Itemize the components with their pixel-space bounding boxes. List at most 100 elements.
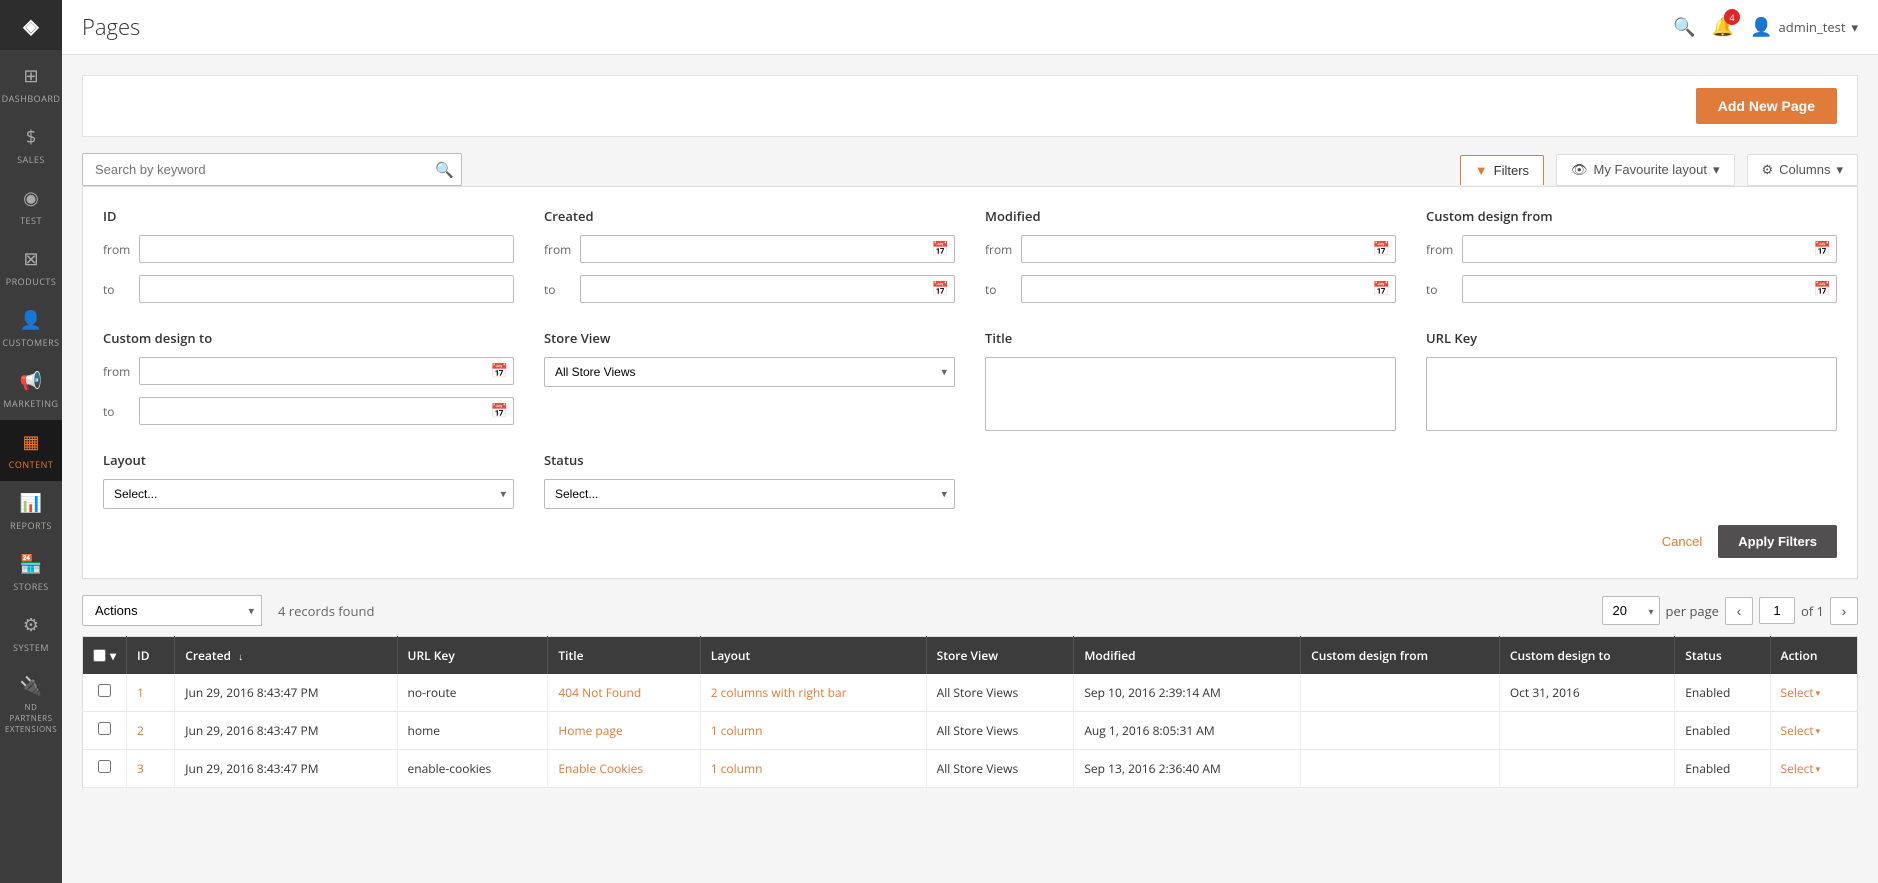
sidebar-item-stores[interactable]: 🏪 STORES: [0, 542, 62, 603]
row-title-link[interactable]: Home page: [558, 722, 622, 739]
status-select[interactable]: Select... Enabled Disabled: [544, 479, 955, 509]
sidebar-item-customers[interactable]: 👤 CUSTOMERS: [0, 298, 62, 359]
filter-id-from-row: from: [103, 235, 514, 263]
row-layout-link[interactable]: 1 column: [711, 760, 763, 777]
search-submit-button[interactable]: 🔍: [435, 161, 454, 179]
user-menu[interactable]: 👤 admin_test ▾: [1750, 15, 1858, 39]
layout-select[interactable]: Select... 1 column 2 columns with right …: [103, 479, 514, 509]
apply-filters-button[interactable]: Apply Filters: [1718, 525, 1837, 558]
per-page-select-wrapper: 20 30 50 100 200 ▾: [1602, 596, 1660, 625]
row-title-link[interactable]: 404 Not Found: [558, 684, 641, 701]
next-page-button[interactable]: ›: [1830, 597, 1858, 625]
layout-label: My Favourite layout: [1594, 162, 1707, 177]
filter-created: Created from 📅 to 📅: [544, 207, 955, 309]
row-select-caret[interactable]: ▾: [1816, 686, 1821, 699]
sidebar-item-marketing[interactable]: 📢 MARKETING: [0, 359, 62, 420]
row-layout-link[interactable]: 2 columns with right bar: [711, 684, 847, 701]
row-created: Jun 29, 2016 8:43:47 PM: [175, 674, 397, 712]
gear-icon: ⚙: [1762, 162, 1774, 178]
th-id: ID: [127, 637, 175, 675]
columns-button[interactable]: ⚙ Columns ▾: [1747, 154, 1858, 186]
row-title: 404 Not Found: [548, 674, 700, 712]
content-area: Add New Page 🔍 ▼ Filters 👁 My Favourite …: [62, 55, 1878, 883]
actions-select[interactable]: Actions Delete Disable Enable: [82, 595, 262, 626]
row-select-link[interactable]: Select: [1781, 722, 1814, 739]
sidebar-item-content[interactable]: ▦ CONTENT: [0, 420, 62, 481]
reports-icon: 📊: [20, 491, 42, 515]
select-all-checkbox[interactable]: [93, 649, 106, 662]
sidebar-item-products[interactable]: ⊠ PRODUCTS: [0, 237, 62, 298]
sort-down-icon: ↓: [238, 649, 243, 663]
columns-dropdown-icon: ▾: [1836, 162, 1843, 178]
filter-created-label: Created: [544, 207, 955, 225]
store-view-select[interactable]: All Store Views Default Store View: [544, 357, 955, 387]
filter-store-view-label: Store View: [544, 329, 955, 347]
cancel-filters-button[interactable]: Cancel: [1662, 534, 1702, 549]
th-created[interactable]: Created ↓: [175, 637, 397, 675]
per-page-select[interactable]: 20 30 50 100 200: [1602, 596, 1660, 625]
row-checkbox[interactable]: [98, 722, 111, 735]
search-input[interactable]: [82, 153, 462, 186]
filter-store-view: Store View All Store Views Default Store…: [544, 329, 955, 431]
row-custom-design-from: [1301, 750, 1500, 788]
row-select-link[interactable]: Select: [1781, 684, 1814, 701]
created-to-input[interactable]: [580, 275, 955, 303]
marketing-icon: 📢: [20, 369, 42, 393]
cdf-from-input[interactable]: [1462, 235, 1837, 263]
sidebar-item-nd-partners[interactable]: 🔌 ND PARTNERSEXTENSIONS: [0, 664, 62, 745]
sidebar-item-sales[interactable]: $ SALES: [0, 115, 62, 176]
sidebar-item-label: STORES: [13, 580, 48, 593]
row-title-link[interactable]: Enable Cookies: [558, 760, 643, 777]
filter-custom-design-to-label: Custom design to: [103, 329, 514, 347]
row-checkbox[interactable]: [98, 684, 111, 697]
row-url-key: enable-cookies: [397, 750, 548, 788]
search-icon[interactable]: 🔍: [1673, 15, 1695, 39]
sidebar-item-label: DASHBOARD: [2, 92, 61, 105]
data-table: ▾ ID Created ↓ URL Key Title: [82, 636, 1858, 788]
dashboard-icon: ⊞: [23, 64, 38, 88]
filter-grid: ID from to Created from: [103, 207, 1837, 509]
user-dropdown-icon: ▾: [1851, 18, 1858, 36]
page-number-input[interactable]: [1759, 597, 1795, 624]
filter-id: ID from to: [103, 207, 514, 309]
system-icon: ⚙: [23, 613, 39, 637]
sidebar-item-dashboard[interactable]: ⊞ DASHBOARD: [0, 54, 62, 115]
row-id-link[interactable]: 1: [137, 684, 144, 701]
row-id-link[interactable]: 3: [137, 760, 144, 777]
row-select-caret[interactable]: ▾: [1816, 762, 1821, 775]
layout-button[interactable]: 👁 My Favourite layout ▾: [1556, 154, 1734, 186]
filter-custom-design-from: Custom design from from 📅 to 📅: [1426, 207, 1837, 309]
cdt-from-input[interactable]: [139, 357, 514, 385]
url-key-input[interactable]: [1426, 357, 1837, 431]
modified-to-input[interactable]: [1021, 275, 1396, 303]
title-input[interactable]: [985, 357, 1396, 431]
prev-page-button[interactable]: ‹: [1725, 597, 1753, 625]
row-select-caret[interactable]: ▾: [1816, 724, 1821, 737]
created-from-input[interactable]: [580, 235, 955, 263]
sidebar-item-reports[interactable]: 📊 REPORTS: [0, 481, 62, 542]
id-to-input[interactable]: [139, 275, 514, 303]
modified-from-input[interactable]: [1021, 235, 1396, 263]
row-layout-link[interactable]: 1 column: [711, 722, 763, 739]
id-from-input[interactable]: [139, 235, 514, 263]
sidebar-item-system[interactable]: ⚙ SYSTEM: [0, 603, 62, 664]
row-select-link[interactable]: Select: [1781, 760, 1814, 777]
header: Pages 🔍 🔔 4 👤 admin_test ▾: [62, 0, 1878, 55]
filters-button[interactable]: ▼ Filters: [1460, 155, 1544, 185]
cdt-to-cal-wrapper: 📅: [139, 397, 514, 425]
filter-modified: Modified from 📅 to 📅: [985, 207, 1396, 309]
cdf-to-input[interactable]: [1462, 275, 1837, 303]
notifications-wrapper[interactable]: 🔔 4: [1712, 15, 1734, 39]
sidebar-item-test[interactable]: ◉ TEST: [0, 176, 62, 237]
checkbox-dropdown-icon[interactable]: ▾: [110, 647, 116, 664]
row-checkbox[interactable]: [98, 760, 111, 773]
modified-from-cal-wrapper: 📅: [1021, 235, 1396, 263]
cdt-to-input[interactable]: [139, 397, 514, 425]
user-avatar-icon: 👤: [1750, 15, 1772, 39]
row-id-link[interactable]: 2: [137, 722, 144, 739]
th-action-label: Action: [1781, 647, 1818, 664]
th-modified: Modified: [1074, 637, 1301, 675]
status-select-wrapper: Select... Enabled Disabled ▾: [544, 479, 955, 509]
add-new-page-button[interactable]: Add New Page: [1696, 88, 1837, 124]
row-checkbox-cell: [83, 750, 127, 788]
